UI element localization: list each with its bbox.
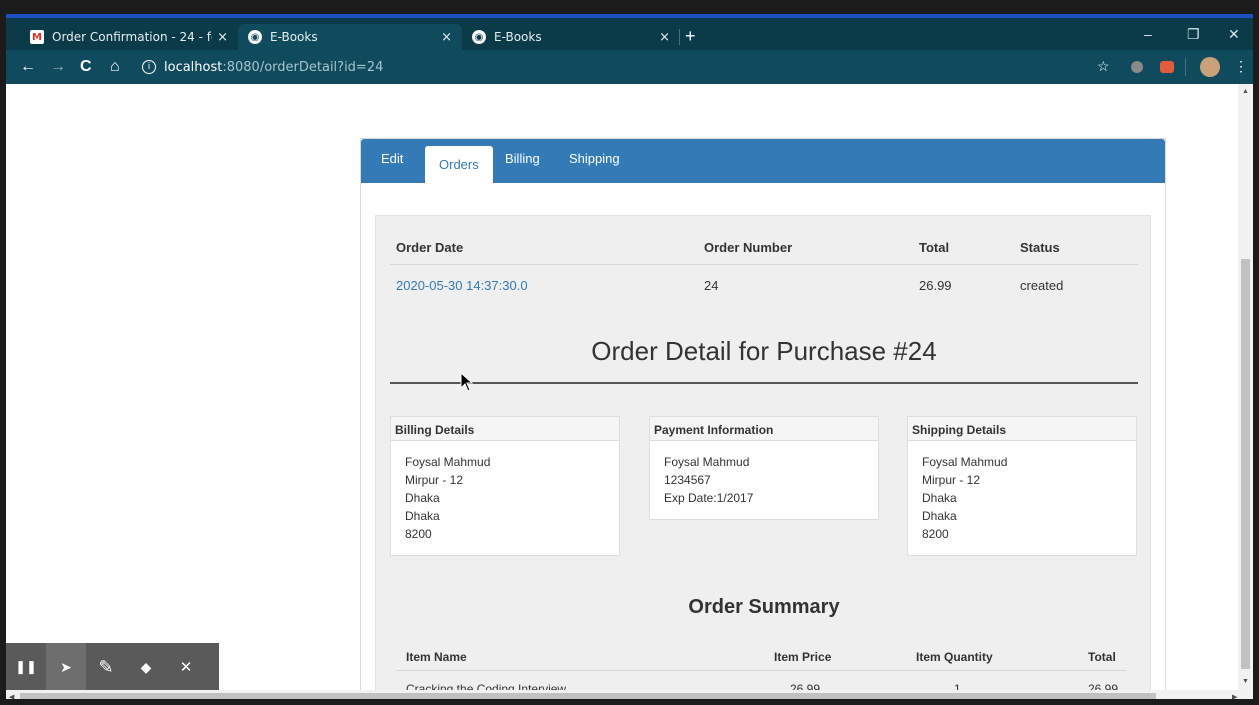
globe-icon: ◉ bbox=[248, 30, 262, 44]
column-header: Order Date bbox=[396, 240, 464, 255]
browser-tab-ebooks[interactable]: ◉ E-Books × bbox=[462, 24, 680, 50]
tab-edit[interactable]: Edit bbox=[381, 151, 403, 166]
browser-tab-order-confirmation[interactable]: M Order Confirmation - 24 - foysal. × bbox=[20, 24, 238, 50]
column-header: Total bbox=[1088, 650, 1116, 664]
browser-tab-bar: M Order Confirmation - 24 - foysal. × ◉ … bbox=[6, 18, 1253, 50]
tab-close-icon[interactable]: × bbox=[217, 30, 228, 45]
shipping-line: Dhaka bbox=[922, 509, 957, 523]
restore-icon[interactable]: ❐ bbox=[1187, 26, 1200, 43]
tab-title: E-Books bbox=[270, 30, 318, 44]
browser-menu-icon[interactable]: ⋮ bbox=[1234, 58, 1248, 75]
recorder-toolbar: ❚❚ ➤ ✎ ◆ ✕ bbox=[6, 643, 219, 690]
extension-icon[interactable] bbox=[1131, 61, 1143, 73]
order-summary-title: Order Summary bbox=[688, 596, 840, 618]
toolbar-separator bbox=[1185, 58, 1186, 76]
globe-icon: ◉ bbox=[472, 30, 486, 44]
horizontal-scrollbar[interactable]: ◀ ▶ bbox=[6, 690, 1253, 699]
url-host: localhost bbox=[164, 59, 223, 75]
billing-details-card: Billing Details Foysal Mahmud Mirpur - 1… bbox=[390, 416, 620, 556]
shipping-details-card: Shipping Details Foysal Mahmud Mirpur - … bbox=[907, 416, 1137, 556]
column-header: Item Price bbox=[774, 650, 832, 664]
payment-line: Foysal Mahmud bbox=[664, 455, 750, 469]
order-detail-well: Order Date Order Number Total Status 202… bbox=[375, 215, 1151, 690]
scroll-up-icon[interactable]: ▲ bbox=[1242, 88, 1249, 95]
url-path: :8080/orderDetail?id=24 bbox=[222, 59, 384, 75]
window-close-icon[interactable]: ✕ bbox=[1228, 26, 1240, 43]
bookmark-star-icon[interactable]: ☆ bbox=[1097, 58, 1110, 75]
order-date-link[interactable]: 2020-05-30 14:37:30.0 bbox=[396, 278, 528, 293]
panel-tab-bar: Edit Orders Billing Shipping bbox=[361, 139, 1165, 183]
tab-shipping[interactable]: Shipping bbox=[569, 151, 620, 166]
item-price: 26.99 bbox=[790, 682, 821, 690]
tab-billing[interactable]: Billing bbox=[505, 151, 540, 166]
item-total: 26.99 bbox=[1088, 682, 1119, 690]
pointer-icon[interactable]: ➤ bbox=[46, 643, 86, 690]
browser-tab-ebooks-active[interactable]: ◉ E-Books × bbox=[238, 24, 462, 50]
billing-line: Dhaka bbox=[405, 491, 440, 505]
reload-icon[interactable]: C bbox=[80, 57, 92, 77]
billing-line: 8200 bbox=[405, 527, 432, 541]
card-title: Shipping Details bbox=[908, 417, 1136, 441]
table-divider bbox=[396, 670, 1126, 671]
pause-icon[interactable]: ❚❚ bbox=[6, 643, 46, 690]
scroll-down-icon[interactable]: ▼ bbox=[1242, 678, 1249, 685]
screen-frame: M Order Confirmation - 24 - foysal. × ◉ … bbox=[0, 0, 1259, 705]
table-divider bbox=[390, 264, 1138, 265]
column-header: Item Quantity bbox=[916, 650, 993, 664]
vertical-scrollbar[interactable]: ▲ ▼ bbox=[1238, 84, 1253, 690]
back-icon[interactable]: ← bbox=[20, 57, 36, 77]
eraser-icon[interactable]: ◆ bbox=[126, 643, 166, 690]
column-header: Status bbox=[1020, 240, 1060, 255]
scroll-left-icon[interactable]: ◀ bbox=[9, 693, 14, 699]
tab-orders[interactable]: Orders bbox=[425, 146, 493, 183]
column-header: Item Name bbox=[406, 650, 467, 664]
home-icon[interactable]: ⌂ bbox=[110, 57, 120, 77]
shipping-line: Dhaka bbox=[922, 491, 957, 505]
mouse-cursor-icon bbox=[460, 372, 474, 392]
shipping-line: 8200 bbox=[922, 527, 949, 541]
order-panel: Edit Orders Billing Shipping Order Date … bbox=[360, 138, 1166, 690]
title-divider bbox=[390, 382, 1138, 384]
card-title: Billing Details bbox=[391, 417, 619, 441]
page-title: Order Detail for Purchase #24 bbox=[591, 336, 937, 366]
column-header: Total bbox=[919, 240, 950, 255]
order-total: 26.99 bbox=[919, 278, 952, 293]
billing-line: Mirpur - 12 bbox=[405, 473, 464, 487]
new-tab-button[interactable]: + bbox=[685, 26, 696, 46]
shipping-line: Mirpur - 12 bbox=[922, 473, 981, 487]
column-header: Order Number bbox=[704, 240, 793, 255]
tab-close-icon[interactable]: × bbox=[441, 30, 452, 45]
scroll-right-icon[interactable]: ▶ bbox=[1232, 693, 1237, 699]
info-icon[interactable]: i bbox=[142, 60, 156, 74]
shipping-line: Foysal Mahmud bbox=[922, 455, 1008, 469]
extension-icon[interactable] bbox=[1160, 61, 1174, 73]
page-viewport: Edit Orders Billing Shipping Order Date … bbox=[6, 84, 1238, 690]
order-date-link-text[interactable]: 2020-05-30 14:37:30.0 bbox=[396, 278, 528, 293]
order-status: created bbox=[1020, 278, 1064, 293]
item-name: Cracking the Coding Interview bbox=[406, 682, 567, 690]
tab-separator bbox=[679, 29, 680, 45]
payment-line: 1234567 bbox=[664, 473, 711, 487]
order-number: 24 bbox=[704, 278, 719, 293]
browser-nav-bar: ← → C ⌂ i localhost :8080/orderDetail?id… bbox=[6, 50, 1253, 84]
payment-line: Exp Date:1/2017 bbox=[664, 491, 754, 505]
scrollbar-thumb[interactable] bbox=[1241, 259, 1250, 669]
billing-line: Foysal Mahmud bbox=[405, 455, 491, 469]
address-bar[interactable]: i localhost :8080/orderDetail?id=24 bbox=[142, 55, 1172, 79]
tab-title: Order Confirmation - 24 - foysal. bbox=[52, 30, 212, 44]
tab-title: E-Books bbox=[494, 30, 542, 44]
item-quantity: 1 bbox=[954, 682, 961, 690]
billing-line: Dhaka bbox=[405, 509, 440, 523]
payment-information-card: Payment Information Foysal Mahmud 123456… bbox=[649, 416, 879, 520]
forward-icon[interactable]: → bbox=[50, 57, 66, 77]
avatar[interactable] bbox=[1200, 57, 1220, 77]
scrollbar-thumb[interactable] bbox=[20, 693, 1156, 699]
pen-icon[interactable]: ✎ bbox=[86, 643, 126, 690]
tab-close-icon[interactable]: × bbox=[659, 30, 670, 45]
card-title: Payment Information bbox=[650, 417, 878, 441]
gmail-icon: M bbox=[30, 30, 44, 44]
minimize-icon[interactable]: – bbox=[1144, 26, 1152, 42]
close-icon[interactable]: ✕ bbox=[166, 643, 206, 690]
